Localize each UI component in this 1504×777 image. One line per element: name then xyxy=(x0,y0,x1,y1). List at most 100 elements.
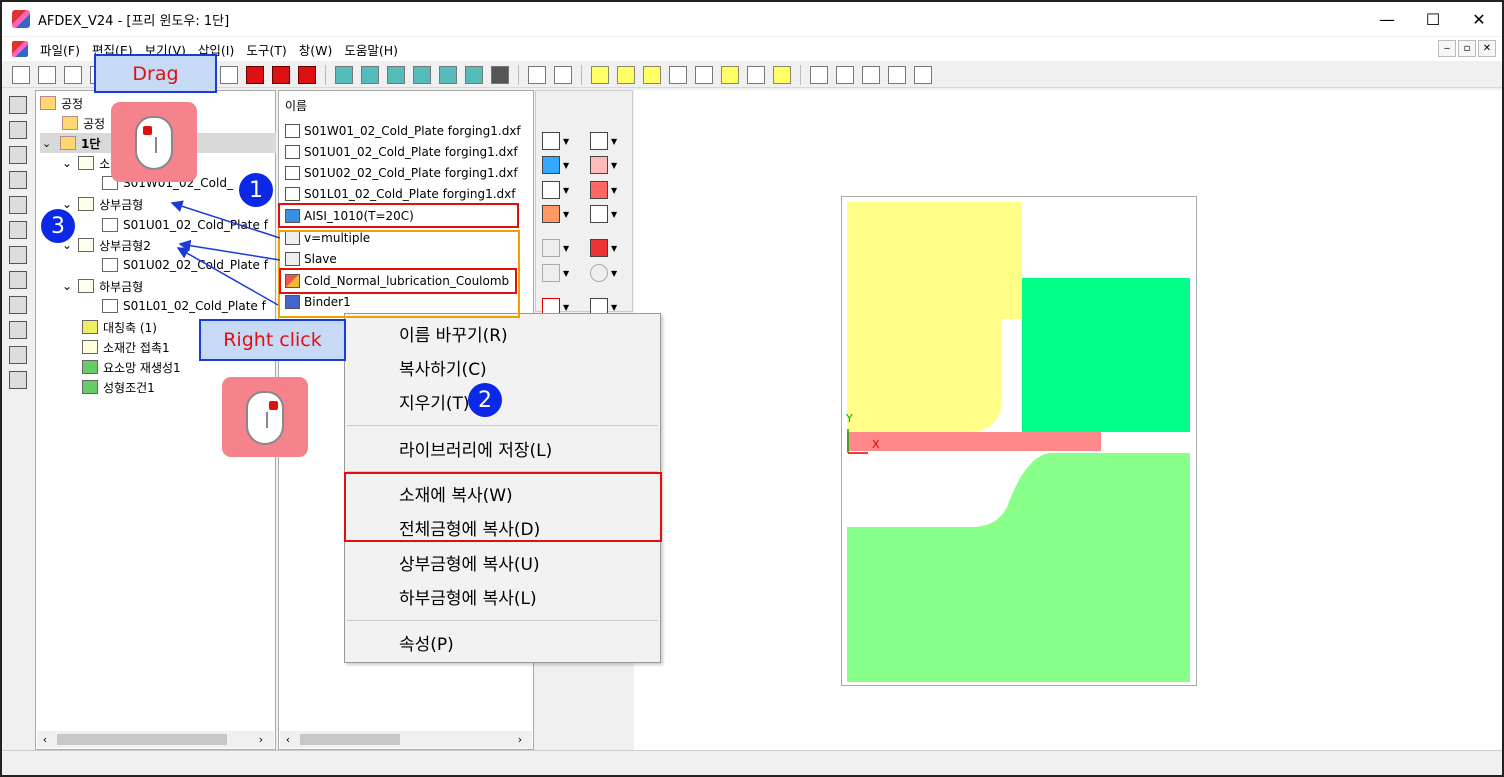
menu-tools[interactable]: 도구(T) xyxy=(240,40,292,59)
wireframe-icon[interactable] xyxy=(695,65,713,84)
display-icon[interactable] xyxy=(9,196,27,214)
tree-item-upper-die2-file[interactable]: S01U02_02_Cold_Plate f xyxy=(102,255,268,275)
checklist-icon[interactable] xyxy=(9,371,27,389)
camera-icon[interactable] xyxy=(528,65,546,84)
cube-view-icon[interactable] xyxy=(413,65,431,84)
monitor-icon[interactable] xyxy=(9,146,27,164)
list-item-lubrication[interactable]: Cold_Normal_lubrication_Coulomb xyxy=(285,271,509,291)
pointer-icon[interactable] xyxy=(9,346,27,364)
new-file-icon[interactable] xyxy=(12,65,30,84)
menu-window[interactable]: 창(W) xyxy=(293,40,339,59)
zoom-out-icon[interactable] xyxy=(862,65,880,84)
menu-item-rename[interactable]: 이름 바꾸기(R) xyxy=(399,320,508,346)
press-prop-button[interactable]: ▼ xyxy=(590,131,624,151)
cube-red-icon[interactable] xyxy=(298,65,316,84)
pan-hand-icon[interactable] xyxy=(888,65,906,84)
chevron-down-icon[interactable]: ⌄ xyxy=(62,197,72,211)
list-icon[interactable] xyxy=(9,221,27,239)
box-yellow-icon[interactable] xyxy=(643,65,661,84)
material-prop-button[interactable]: ▼ xyxy=(542,131,576,151)
box-yellow-icon[interactable] xyxy=(773,65,791,84)
list-item-file[interactable]: S01L01_02_Cold_Plate forging1.dxf xyxy=(285,184,515,204)
tree-item-contact[interactable]: 소재간 접촉1 xyxy=(82,337,170,357)
list-item-velocity[interactable]: v=multiple xyxy=(285,228,370,248)
scroll-right-icon[interactable]: › xyxy=(512,733,528,746)
tree-item-lower-die[interactable]: ⌄ 하부금형 xyxy=(62,276,143,296)
menu-item-delete[interactable]: 지우기(T) xyxy=(399,388,470,414)
menu-item-copy-lower-die[interactable]: 하부금형에 복사(L) xyxy=(399,583,537,609)
menu-item-copy-upper-die[interactable]: 상부금형에 복사(U) xyxy=(399,549,540,575)
cube-red-icon[interactable] xyxy=(246,65,264,84)
tree-item-upper-die2[interactable]: ⌄ 상부금형2 xyxy=(62,235,151,255)
list-hscrollbar[interactable]: ‹ › xyxy=(280,731,532,748)
open-folder-icon[interactable] xyxy=(64,65,82,84)
stage-prop-button[interactable]: ▼ xyxy=(590,238,624,258)
document-icon[interactable] xyxy=(12,41,28,57)
heat-prop-button[interactable]: ▼ xyxy=(542,155,576,175)
chevron-down-icon[interactable]: ⌄ xyxy=(62,279,72,293)
cube-icon[interactable] xyxy=(220,65,238,84)
menu-item-properties[interactable]: 속성(P) xyxy=(399,629,454,655)
compare-icon[interactable] xyxy=(9,321,27,339)
rotate-icon[interactable] xyxy=(439,65,457,84)
hand-icon[interactable] xyxy=(9,121,27,139)
box-yellow-icon[interactable] xyxy=(721,65,739,84)
menu-item-copy[interactable]: 복사하기(C) xyxy=(399,354,487,380)
wrench-icon[interactable] xyxy=(491,65,509,84)
zoom-fit-icon[interactable] xyxy=(914,65,932,84)
wireframe-icon[interactable] xyxy=(669,65,687,84)
tree-item-lower-die-file[interactable]: S01L01_02_Cold_Plate f xyxy=(102,296,266,316)
maximize-button[interactable]: ☐ xyxy=(1410,2,1456,36)
tree-root[interactable]: 공정 xyxy=(40,93,83,113)
cube-red-icon[interactable] xyxy=(272,65,290,84)
tree-hscrollbar[interactable]: ‹ › xyxy=(37,731,274,748)
cube-icon[interactable] xyxy=(9,271,27,289)
list-item-file[interactable]: S01W01_02_Cold_Plate forging1.dxf xyxy=(285,121,521,141)
open-file-icon[interactable] xyxy=(38,65,56,84)
monitor-icon[interactable] xyxy=(9,171,27,189)
box-yellow-icon[interactable] xyxy=(617,65,635,84)
menu-item-copy-material[interactable]: 소재에 복사(W) xyxy=(399,480,513,506)
scroll-left-icon[interactable]: ‹ xyxy=(280,733,296,746)
measure-icon[interactable] xyxy=(9,296,27,314)
scroll-thumb[interactable] xyxy=(300,734,400,745)
mdi-close-button[interactable]: ✕ xyxy=(1478,40,1496,57)
menu-help[interactable]: 도움말(H) xyxy=(338,40,404,59)
cube-view-icon[interactable] xyxy=(387,65,405,84)
menu-file[interactable]: 파일(F) xyxy=(34,40,86,59)
tree-item-symmetry[interactable]: 대칭축 (1) xyxy=(82,317,157,337)
minimize-button[interactable]: — xyxy=(1364,2,1410,36)
palette-icon[interactable] xyxy=(554,65,572,84)
mesh-prop-button[interactable]: ▼ xyxy=(542,180,576,200)
tree-icon[interactable] xyxy=(9,96,27,114)
tree-item-upper-die[interactable]: ⌄ 상부금형 xyxy=(62,194,143,214)
lube-prop-button[interactable]: ▼ xyxy=(542,204,576,224)
list-item-file[interactable]: S01U02_02_Cold_Plate forging1.dxf xyxy=(285,163,518,183)
menu-item-save-library[interactable]: 라이브러리에 저장(L) xyxy=(399,435,552,461)
mdi-restore-button[interactable]: ▫ xyxy=(1458,40,1476,57)
mdi-minimize-button[interactable]: ‒ xyxy=(1438,40,1456,57)
list-header-name[interactable]: 이름 xyxy=(285,97,307,114)
pen-prop-button[interactable]: ▼ xyxy=(590,180,624,200)
chevron-down-icon[interactable]: ⌄ xyxy=(62,156,72,170)
rotate-icon[interactable] xyxy=(465,65,483,84)
list-item-slave[interactable]: Slave xyxy=(285,249,337,269)
box-yellow-icon[interactable] xyxy=(591,65,609,84)
graphics-viewport[interactable]: Y X xyxy=(634,90,1502,750)
list-item-file[interactable]: S01U01_02_Cold_Plate forging1.dxf xyxy=(285,142,518,162)
list-item-binder[interactable]: Binder1 xyxy=(285,292,351,312)
cube-view-icon[interactable] xyxy=(335,65,353,84)
list-icon[interactable] xyxy=(9,246,27,264)
die-prop-button[interactable]: ▼ xyxy=(590,155,624,175)
scroll-left-icon[interactable]: ‹ xyxy=(37,733,53,746)
tree-item-upper-die-file[interactable]: S01U01_02_Cold_Plate f xyxy=(102,215,268,235)
tree-item-process-folder[interactable]: 공정 xyxy=(62,113,105,133)
list-item-material[interactable]: AISI_1010(T=20C) xyxy=(285,206,414,226)
drawing-area[interactable] xyxy=(841,196,1197,686)
close-button[interactable]: ✕ xyxy=(1456,2,1502,36)
refresh-icon[interactable] xyxy=(747,65,765,84)
cube-view-icon[interactable] xyxy=(361,65,379,84)
chevron-down-icon[interactable]: ⌄ xyxy=(42,137,51,150)
scroll-right-icon[interactable]: › xyxy=(253,733,269,746)
scroll-thumb[interactable] xyxy=(57,734,227,745)
